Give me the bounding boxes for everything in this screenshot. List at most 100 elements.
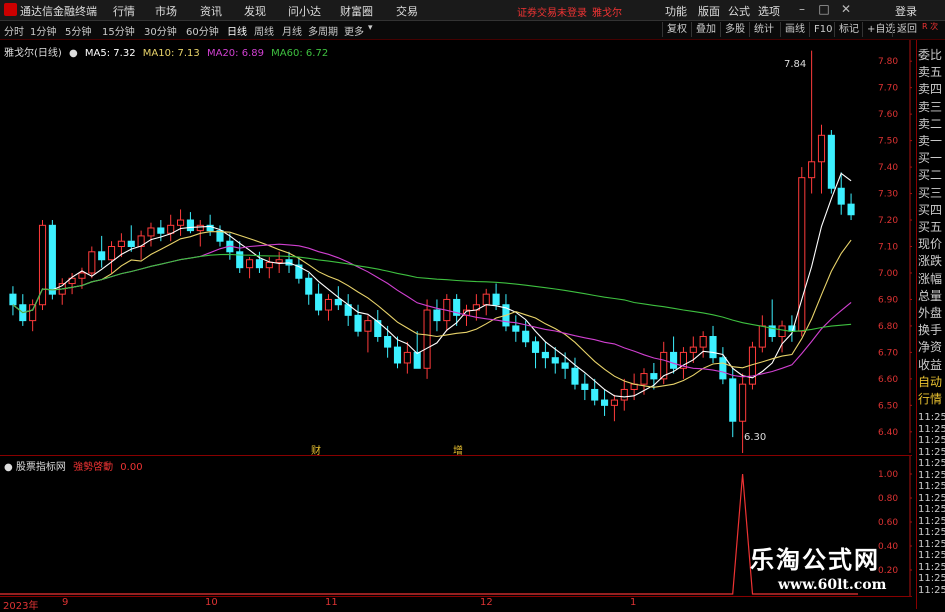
candle-body[interactable] bbox=[561, 362, 569, 369]
candle-body[interactable] bbox=[423, 309, 431, 369]
candle-body[interactable] bbox=[177, 219, 185, 226]
candle-body[interactable] bbox=[413, 351, 421, 369]
indicator-chart[interactable]: 1.00 0.80 0.60 0.40 0.20 bbox=[0, 456, 912, 596]
menu-shichang[interactable]: 市场 bbox=[155, 3, 177, 19]
candle-body[interactable] bbox=[817, 134, 826, 163]
candle-body[interactable] bbox=[719, 357, 727, 380]
candle-body[interactable] bbox=[246, 259, 254, 269]
overlay-button[interactable]: 叠加 bbox=[691, 22, 720, 37]
stats-button[interactable]: 统计 bbox=[749, 22, 778, 37]
candle-body[interactable] bbox=[640, 373, 648, 385]
period-15min[interactable]: 15分钟 bbox=[102, 23, 135, 38]
menu-xuanxiang[interactable]: 选项 bbox=[758, 3, 780, 19]
period-1min[interactable]: 1分钟 bbox=[30, 23, 56, 38]
candle-body[interactable] bbox=[837, 187, 845, 205]
candle-body[interactable] bbox=[492, 293, 500, 306]
candle-body[interactable] bbox=[9, 293, 17, 306]
candle-body[interactable] bbox=[591, 388, 599, 401]
candle-body[interactable] bbox=[48, 224, 56, 295]
candle-body[interactable] bbox=[650, 373, 658, 380]
more-chevron-down-icon[interactable]: ▾ bbox=[368, 23, 373, 33]
period-60min[interactable]: 60分钟 bbox=[186, 23, 219, 38]
draw-line-button[interactable]: 画线 bbox=[780, 22, 809, 37]
candle-body[interactable] bbox=[265, 261, 273, 269]
candle-body[interactable] bbox=[758, 325, 766, 348]
candle-body[interactable] bbox=[364, 320, 372, 332]
period-monthly[interactable]: 月线 bbox=[282, 23, 302, 38]
candle-body[interactable] bbox=[403, 351, 411, 364]
candle-body[interactable] bbox=[157, 227, 165, 234]
period-daily[interactable]: 日线 bbox=[227, 23, 247, 38]
candle-body[interactable] bbox=[571, 367, 579, 385]
menu-gongneng[interactable]: 功能 bbox=[665, 3, 687, 19]
candle-body[interactable] bbox=[78, 272, 86, 279]
candle-body[interactable] bbox=[127, 240, 135, 247]
menu-zixun[interactable]: 资讯 bbox=[200, 3, 222, 19]
candle-body[interactable] bbox=[29, 304, 37, 322]
candle-body[interactable] bbox=[107, 246, 116, 261]
candle-body[interactable] bbox=[581, 383, 589, 390]
menu-jiaoyi[interactable]: 交易 bbox=[396, 3, 418, 19]
candle-body[interactable] bbox=[620, 388, 628, 401]
candle-body[interactable] bbox=[88, 251, 96, 274]
candle-body[interactable] bbox=[186, 219, 194, 232]
candle-body[interactable] bbox=[305, 277, 313, 295]
close-icon[interactable]: ✕ bbox=[836, 1, 856, 18]
candle-body[interactable] bbox=[98, 251, 106, 261]
candle-body[interactable] bbox=[729, 378, 737, 422]
period-multi[interactable]: 多周期 bbox=[308, 23, 338, 38]
candle-body[interactable] bbox=[393, 346, 402, 364]
candle-body[interactable] bbox=[275, 259, 283, 263]
candle-body[interactable] bbox=[324, 298, 333, 311]
candle-body[interactable] bbox=[808, 161, 816, 179]
menu-faxian[interactable]: 发现 bbox=[244, 3, 266, 19]
candle-body[interactable] bbox=[315, 293, 323, 311]
period-fenshi[interactable]: 分时 bbox=[4, 23, 24, 38]
candle-body[interactable] bbox=[601, 399, 609, 406]
menu-gongshi[interactable]: 公式 bbox=[728, 3, 750, 19]
maximize-icon[interactable]: □ bbox=[814, 1, 834, 18]
candle-body[interactable] bbox=[610, 399, 618, 406]
login-link[interactable]: 登录 bbox=[895, 3, 917, 19]
mark-button[interactable]: 标记 bbox=[834, 22, 863, 37]
candle-body[interactable] bbox=[551, 357, 559, 364]
candle-body[interactable] bbox=[827, 134, 835, 189]
multi-stock-button[interactable]: 多股 bbox=[720, 22, 749, 37]
candle-body[interactable] bbox=[670, 351, 678, 369]
menu-hangqing[interactable]: 行情 bbox=[113, 3, 135, 19]
period-5min[interactable]: 5分钟 bbox=[65, 23, 91, 38]
candle-body[interactable] bbox=[255, 259, 263, 269]
candle-body[interactable] bbox=[196, 224, 204, 232]
minimize-icon[interactable]: – bbox=[792, 1, 812, 18]
menu-caifuquan[interactable]: 财富圈 bbox=[340, 3, 373, 19]
fuquan-button[interactable]: 复权 bbox=[662, 22, 691, 37]
candle-body[interactable] bbox=[433, 309, 441, 322]
menu-wenxiaoda[interactable]: 问小达 bbox=[288, 3, 321, 19]
login-notice[interactable]: 证券交易未登录 bbox=[517, 4, 587, 19]
period-30min[interactable]: 30分钟 bbox=[144, 23, 177, 38]
candle-body[interactable] bbox=[778, 325, 786, 338]
candle-body[interactable] bbox=[236, 251, 244, 269]
candle-body[interactable] bbox=[334, 298, 342, 306]
candle-body[interactable] bbox=[709, 336, 717, 359]
candle-body[interactable] bbox=[739, 383, 747, 422]
candle-body[interactable] bbox=[512, 325, 520, 332]
candle-body[interactable] bbox=[541, 351, 549, 359]
candle-body[interactable] bbox=[147, 227, 155, 237]
candle-body[interactable] bbox=[117, 240, 125, 247]
tick-time: 11:25 bbox=[918, 573, 945, 584]
candlestick-chart[interactable]: 7.80 7.70 7.60 7.50 7.40 7.30 7.20 7.10 7.00 6.90… bbox=[0, 40, 912, 453]
period-weekly[interactable]: 周线 bbox=[254, 23, 274, 38]
candle-body[interactable] bbox=[699, 336, 707, 348]
period-more[interactable]: 更多 bbox=[344, 23, 364, 38]
candle-body[interactable] bbox=[522, 330, 530, 343]
back-button[interactable]: 返回 bbox=[892, 22, 921, 37]
candle-body[interactable] bbox=[847, 203, 855, 216]
candle-body[interactable] bbox=[384, 336, 392, 348]
candle-body[interactable] bbox=[482, 293, 490, 306]
f10-button[interactable]: F10 bbox=[809, 22, 836, 37]
candle-body[interactable] bbox=[689, 346, 697, 353]
candle-body[interactable] bbox=[531, 341, 540, 353]
candle-body[interactable] bbox=[354, 314, 362, 332]
menu-banmian[interactable]: 版面 bbox=[698, 3, 720, 19]
